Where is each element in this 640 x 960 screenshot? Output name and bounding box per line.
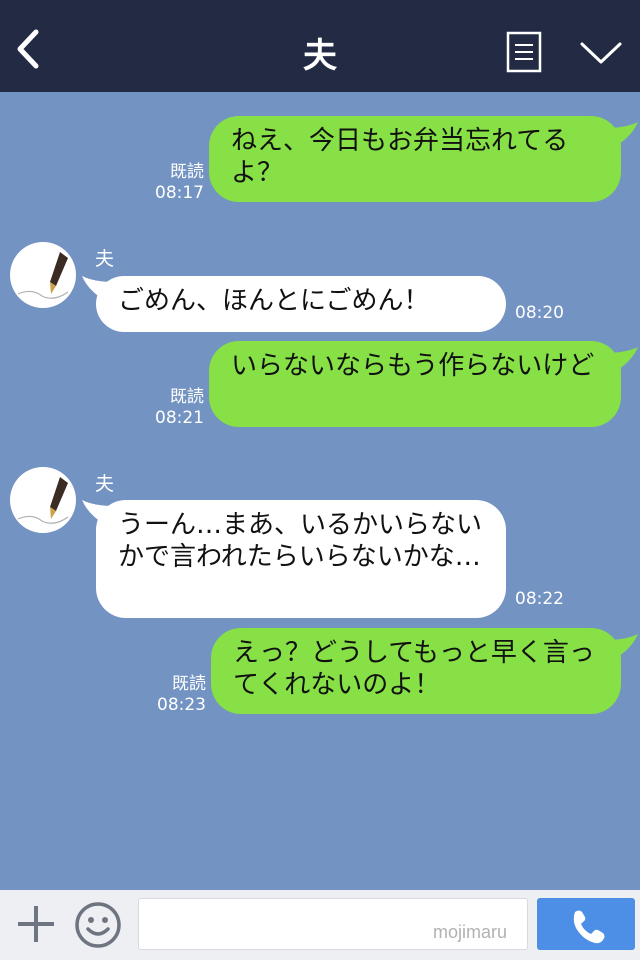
outgoing-message[interactable]: いらないならもう作らないけど	[209, 341, 621, 427]
message-time: 08:21	[155, 408, 204, 428]
fountain-pen-icon	[17, 477, 69, 524]
chat-area[interactable]: 既読 08:17 ねえ、今日もお弁当忘れてるよ？ 夫 ごめん、ほんとにごめん！ …	[0, 92, 640, 890]
bubble-tail	[82, 500, 114, 524]
menu-toggle-button[interactable]	[578, 38, 624, 68]
sender-name: 夫	[95, 248, 115, 270]
message-input[interactable]	[138, 898, 528, 950]
message-text: いらないならもう作らないけど	[231, 351, 595, 381]
fountain-pen-icon	[17, 252, 69, 299]
smiley-icon	[75, 902, 121, 948]
bubble-tail	[606, 122, 638, 146]
notes-button[interactable]	[505, 30, 545, 74]
call-button[interactable]	[537, 898, 635, 950]
read-label: 既読	[172, 674, 206, 694]
bubble-tail	[606, 634, 638, 658]
message-time: 08:23	[157, 695, 206, 715]
bubble-tail	[82, 276, 114, 300]
message-time: 08:17	[155, 183, 204, 203]
emoji-button[interactable]	[74, 901, 122, 949]
incoming-message[interactable]: ごめん、ほんとにごめん！	[96, 276, 506, 332]
read-receipt: 既読 08:23	[152, 674, 206, 716]
outgoing-message[interactable]: えっ？どうしてもっと早く言ってくれないのよ！	[211, 628, 621, 714]
add-attachment-button[interactable]	[14, 902, 58, 946]
notes-icon	[506, 31, 542, 73]
message-text: ねえ、今日もお弁当忘れてるよ？	[231, 126, 569, 188]
sender-name: 夫	[95, 473, 115, 495]
read-label: 既読	[170, 387, 204, 407]
read-label: 既読	[170, 162, 204, 182]
message-text: ごめん、ほんとにごめん！	[118, 286, 430, 316]
composer-bar: mojimaru	[0, 890, 640, 960]
message-text: えっ？どうしてもっと早く言ってくれないのよ！	[233, 638, 595, 700]
avatar[interactable]	[10, 242, 76, 308]
message-time: 08:20	[515, 303, 564, 323]
phone-icon	[573, 910, 605, 944]
back-button[interactable]	[10, 26, 50, 72]
chevron-left-icon	[17, 29, 39, 69]
outgoing-message[interactable]: ねえ、今日もお弁当忘れてるよ？	[209, 116, 621, 202]
bubble-tail	[606, 347, 638, 371]
message-text: うーん…まあ、いるかいらないかで言われたらいらないかな…	[118, 510, 483, 572]
incoming-message[interactable]: うーん…まあ、いるかいらないかで言われたらいらないかな…	[96, 500, 506, 618]
read-receipt: 既読 08:17	[150, 162, 204, 204]
read-receipt: 既読 08:21	[150, 387, 204, 429]
chevron-down-icon	[580, 42, 622, 64]
chat-header: 夫	[0, 0, 640, 92]
plus-icon	[18, 906, 54, 942]
message-time: 08:22	[515, 589, 564, 609]
avatar[interactable]	[10, 467, 76, 533]
